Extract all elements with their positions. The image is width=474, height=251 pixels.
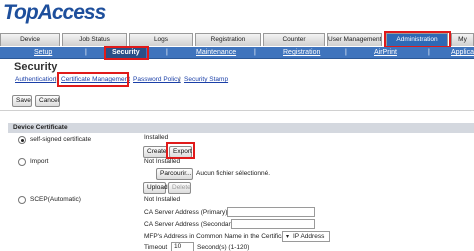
subtab-password-policy[interactable]: Password Policy xyxy=(133,75,181,85)
subnav-separator: | xyxy=(85,49,87,56)
ca-primary-label: CA Server Address (Primary) : xyxy=(144,209,232,216)
timeout-input[interactable]: 10 xyxy=(171,242,194,251)
subnav-registration[interactable]: Registration xyxy=(283,47,320,59)
device-certificate-header: Device Certificate xyxy=(8,123,474,133)
subnav-separator: | xyxy=(345,49,347,56)
radio-import[interactable] xyxy=(18,158,26,166)
radio-self-signed[interactable] xyxy=(18,136,26,144)
mfp-address-value: IP Address xyxy=(293,233,325,240)
tab-logs[interactable]: Logs xyxy=(129,33,193,46)
subnav-airprint[interactable]: AirPrint xyxy=(374,47,397,59)
import-label: Import xyxy=(30,158,49,165)
highlight-administration-tab xyxy=(384,31,451,48)
timeout-label: Timeout xyxy=(144,244,168,251)
mfp-address-select[interactable]: ▾ IP Address xyxy=(282,231,330,242)
topaccess-logo: TopAccess xyxy=(3,1,106,24)
upload-button[interactable]: Upload xyxy=(143,182,168,194)
page-title: Security xyxy=(14,61,58,73)
subnav-setup[interactable]: Setup xyxy=(34,47,52,59)
self-signed-label: self-signed certificate xyxy=(30,136,92,143)
self-signed-status: Installed xyxy=(144,134,169,141)
subnav-separator: | xyxy=(254,49,256,56)
tab-counter[interactable]: Counter xyxy=(263,33,325,46)
radio-scep[interactable] xyxy=(18,196,26,204)
subtab-separator: | xyxy=(179,76,181,83)
ca-primary-input[interactable] xyxy=(227,207,315,217)
subtab-security-stamp[interactable]: Security Stamp xyxy=(184,75,228,85)
divider xyxy=(0,110,474,111)
scep-status: Not Installed xyxy=(144,196,181,203)
no-file-selected-text: Aucun fichier sélectionné. xyxy=(196,170,271,177)
tab-registration[interactable]: Registration xyxy=(195,33,261,46)
tab-user-management[interactable]: User Management xyxy=(327,33,382,46)
ca-secondary-label: CA Server Address (Secondary) : xyxy=(144,221,240,228)
sub-nav: Setup | Security | Maintenance | Registr… xyxy=(0,47,474,59)
subnav-applications[interactable]: Applica xyxy=(451,47,474,59)
save-button[interactable]: Save xyxy=(12,95,32,107)
import-status: Not Installed xyxy=(144,158,181,165)
subnav-separator: | xyxy=(166,49,168,56)
tab-job-status[interactable]: Job Status xyxy=(62,33,127,46)
browse-button[interactable]: Parcourir... xyxy=(156,168,193,180)
mfp-address-label: MFP's Address in Common Name in the Cert… xyxy=(144,233,295,240)
tab-my[interactable]: My xyxy=(451,33,474,46)
scep-label: SCEP(Automatic) xyxy=(30,196,81,203)
ca-secondary-input[interactable] xyxy=(231,219,315,229)
tab-device[interactable]: Device xyxy=(0,33,60,46)
subnav-separator: | xyxy=(428,49,430,56)
delete-button[interactable]: Delete xyxy=(168,182,191,194)
subtab-authentication[interactable]: Authentication xyxy=(15,75,56,85)
timeout-unit: Second(s) (1-120) xyxy=(197,244,250,251)
cancel-button[interactable]: Cancel xyxy=(35,95,60,107)
subnav-maintenance[interactable]: Maintenance xyxy=(196,47,236,59)
highlight-certificate-management xyxy=(57,72,129,87)
highlight-security-subnav xyxy=(104,46,149,60)
chevron-down-icon: ▾ xyxy=(286,234,290,240)
